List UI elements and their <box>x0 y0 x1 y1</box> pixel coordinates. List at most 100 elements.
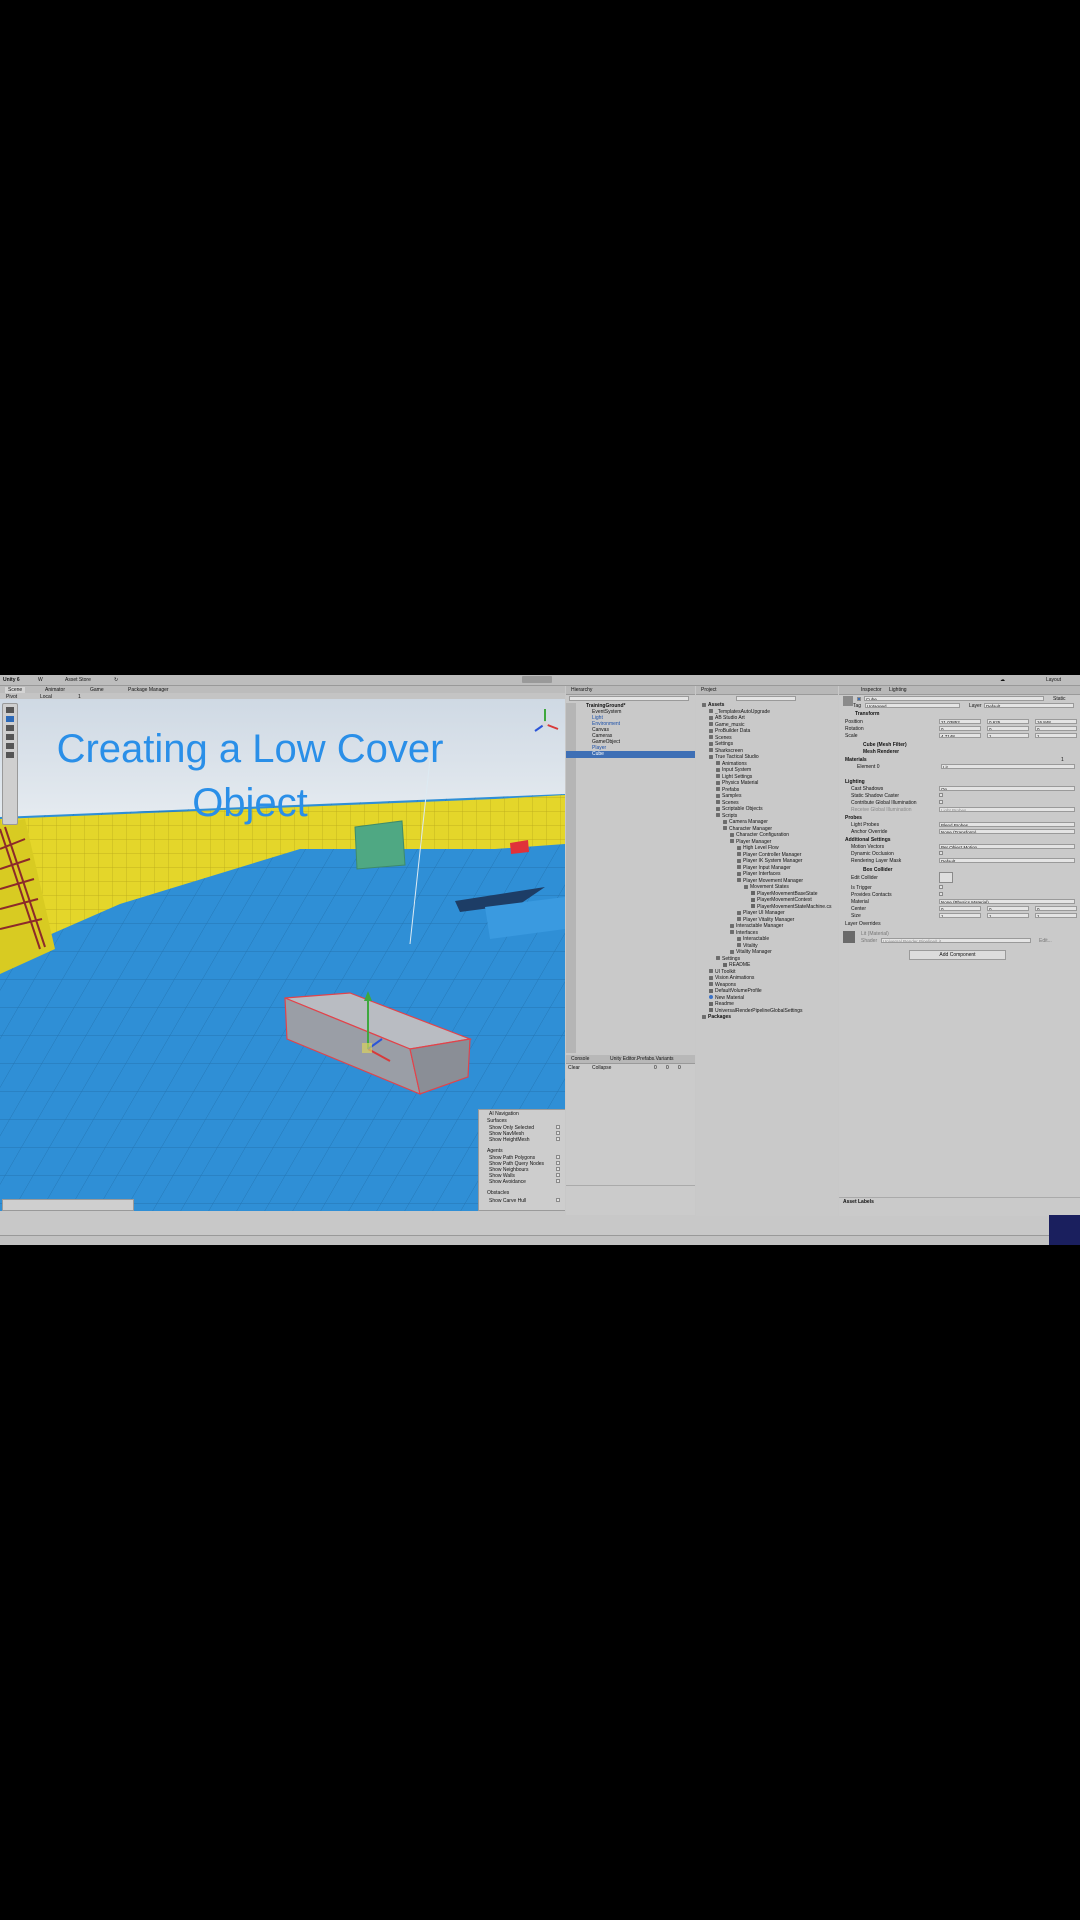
asset-labels-divider <box>839 1197 1080 1198</box>
element0-field[interactable]: Lit <box>941 764 1075 769</box>
box-collider-header[interactable]: Box Collider <box>863 867 892 873</box>
cloud-icon[interactable]: ↻ <box>114 677 118 683</box>
scale-tool-icon[interactable] <box>6 734 14 740</box>
console-error-count[interactable]: 0 <box>678 1065 681 1071</box>
additional-settings-foldout[interactable]: Additional Settings <box>845 837 891 843</box>
size-y-field[interactable]: 1 <box>987 913 1029 918</box>
layer-dropdown[interactable]: Default <box>984 703 1074 708</box>
hand-tool-icon[interactable] <box>6 707 14 713</box>
ai-nav-obstacles[interactable]: Obstacles <box>487 1190 509 1196</box>
ai-nav-surfaces[interactable]: Surfaces <box>487 1118 507 1124</box>
console-clear-button[interactable]: Clear <box>568 1065 580 1071</box>
show-avoidance-checkbox[interactable] <box>556 1179 560 1183</box>
scale-z-field[interactable]: 1 <box>1035 733 1077 738</box>
asset-labels-section[interactable]: Asset Labels <box>843 1199 874 1205</box>
show-carve-hull-checkbox[interactable] <box>556 1198 560 1202</box>
rendering-layer-mask-dropdown[interactable]: Default <box>939 858 1075 863</box>
show-neighbours-checkbox[interactable] <box>556 1167 560 1171</box>
provides-contacts-checkbox[interactable] <box>939 892 943 896</box>
anchor-override-field[interactable]: None (Transform) <box>939 829 1075 834</box>
show-navmesh-checkbox[interactable] <box>556 1131 560 1135</box>
rotation-x-field[interactable]: 0 <box>939 726 981 731</box>
folder-icon <box>709 975 713 980</box>
contribute-gi-checkbox[interactable] <box>939 800 943 804</box>
dynamic-occlusion-checkbox[interactable] <box>939 851 943 855</box>
account-dropdown[interactable]: W <box>38 677 43 683</box>
project-search[interactable] <box>736 696 796 701</box>
center-y-field[interactable]: 0 <box>987 906 1029 911</box>
tab-project[interactable]: Project <box>701 687 717 693</box>
show-path-query-nodes-checkbox[interactable] <box>556 1161 560 1165</box>
active-checkbox[interactable] <box>857 697 861 701</box>
hierarchy-search[interactable] <box>569 696 689 701</box>
transform-tool-icon[interactable] <box>6 752 14 758</box>
show-walls-checkbox[interactable] <box>556 1173 560 1177</box>
layout-dropdown[interactable]: Layout <box>1046 677 1061 683</box>
physics-material-field[interactable]: None (Physics Material) <box>939 899 1075 904</box>
shader-dropdown[interactable]: Universal Render Pipeline/Lit <box>881 938 1031 943</box>
show-path-polygons-checkbox[interactable] <box>556 1155 560 1159</box>
position-y-field[interactable]: 0.625 <box>987 719 1029 724</box>
folder-icon <box>709 748 713 752</box>
position-z-field[interactable]: 16.848 <box>1035 719 1077 724</box>
static-toggle[interactable]: Static <box>1053 696 1066 702</box>
transform-header[interactable]: Transform <box>855 711 879 717</box>
folder-icon <box>737 943 741 947</box>
size-z-field[interactable]: 1 <box>1035 913 1077 918</box>
tab-prefab-variants[interactable]: Unity Editor.Prefabs.Variants <box>610 1056 674 1062</box>
unity-logo-menu[interactable]: Unity 6 <box>3 677 20 683</box>
move-tool-icon[interactable] <box>6 716 14 722</box>
rect-tool-icon[interactable] <box>6 743 14 749</box>
materials-count[interactable]: 1 <box>1061 757 1064 763</box>
materials-foldout[interactable]: Materials <box>845 757 867 763</box>
console-header: Console Unity Editor.Prefabs.Variants <box>566 1055 695 1064</box>
is-trigger-checkbox[interactable] <box>939 885 943 889</box>
show-heightmesh-checkbox[interactable] <box>556 1137 560 1141</box>
ai-nav-agents[interactable]: Agents <box>487 1148 503 1154</box>
size-x-field[interactable]: 1 <box>939 913 981 918</box>
center-z-field[interactable]: 0 <box>1035 906 1077 911</box>
project-root-packages[interactable]: Packages <box>696 1014 838 1021</box>
edit-collider-button[interactable] <box>939 872 953 883</box>
layer-overrides-foldout[interactable]: Layer Overrides <box>845 921 881 927</box>
show-only-selected-checkbox[interactable] <box>556 1125 560 1129</box>
lighting-foldout[interactable]: Lighting <box>845 779 865 785</box>
rotate-tool-icon[interactable] <box>6 725 14 731</box>
scale-y-field[interactable]: 1 <box>987 733 1029 738</box>
object-name-field[interactable]: Cube <box>864 696 1044 701</box>
scale-x-field[interactable]: 4.7148 <box>939 733 981 738</box>
asset-store-dropdown[interactable]: Asset Store <box>65 677 91 683</box>
material-icon <box>709 995 713 999</box>
cast-shadows-dropdown[interactable]: On <box>939 786 1075 791</box>
console-collapse-button[interactable]: Collapse <box>592 1065 611 1071</box>
receive-gi-dropdown[interactable]: Light Probes <box>939 807 1075 812</box>
lit-material-header[interactable]: Lit (Material) <box>861 931 889 937</box>
add-component-button[interactable]: Add Component <box>909 950 1006 960</box>
tab-hierarchy[interactable]: Hierarchy <box>571 687 592 693</box>
folder-icon <box>702 1014 706 1019</box>
light-probes-dropdown[interactable]: Blend Probes <box>939 822 1075 827</box>
tab-inspector[interactable]: Inspector <box>861 687 882 693</box>
motion-vectors-dropdown[interactable]: Per Object Motion <box>939 844 1075 849</box>
tab-console[interactable]: Console <box>571 1056 589 1062</box>
rotation-z-field[interactable]: 0 <box>1035 726 1077 731</box>
position-x-field[interactable]: 21.03852 <box>939 719 981 724</box>
mesh-renderer-header[interactable]: Mesh Renderer <box>863 749 899 755</box>
scene-view[interactable]: Creating a Low Cover Object AI Navigatio… <box>0 699 565 1211</box>
hierarchy-item-selected[interactable]: Cube <box>566 751 695 758</box>
tab-lighting[interactable]: Lighting <box>889 687 907 693</box>
play-controls[interactable] <box>522 676 552 683</box>
probes-foldout[interactable]: Probes <box>845 815 862 821</box>
rotation-y-field[interactable]: 0 <box>987 726 1029 731</box>
cast-shadows-label: Cast Shadows <box>851 786 884 792</box>
console-log-count[interactable]: 0 <box>654 1065 657 1071</box>
shader-edit-button[interactable]: Edit... <box>1039 938 1052 944</box>
folder-icon <box>709 754 713 759</box>
scene-bottom-toolbar[interactable] <box>2 1199 134 1211</box>
center-x-field[interactable]: 0 <box>939 906 981 911</box>
mesh-filter-header[interactable]: Cube (Mesh Filter) <box>863 742 907 748</box>
cloud-services-icon[interactable]: ☁ <box>1000 677 1005 683</box>
console-warn-count[interactable]: 0 <box>666 1065 669 1071</box>
static-shadow-caster-checkbox[interactable] <box>939 793 943 797</box>
tag-dropdown[interactable]: Untagged <box>865 703 960 708</box>
